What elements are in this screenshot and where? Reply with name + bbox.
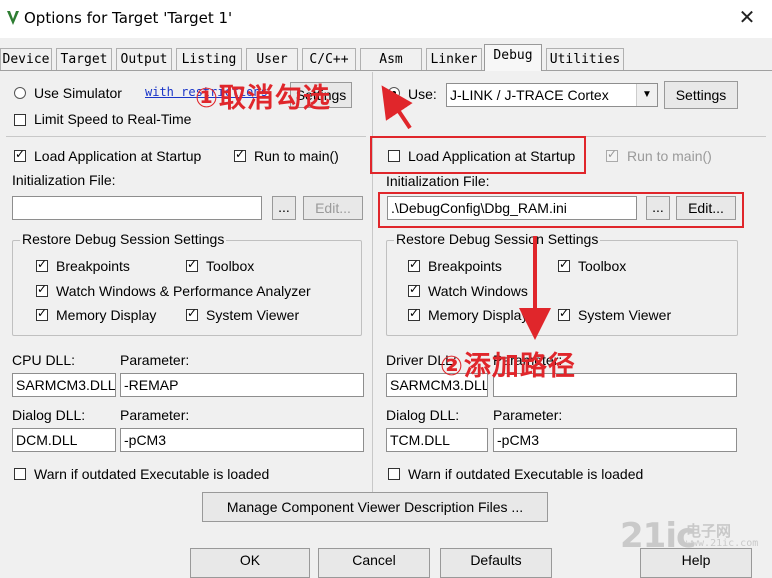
watermark-url: www.21ic.com [686, 538, 759, 549]
driver-select-value: J-LINK / J-TRACE Cortex [450, 87, 609, 103]
right-run-to-main-label: Run to main() [627, 148, 712, 164]
close-icon[interactable]: ✕ [736, 6, 758, 28]
right-watch-label: Watch Windows [428, 283, 528, 299]
manage-component-viewer-button[interactable]: Manage Component Viewer Description File… [202, 492, 548, 522]
left-load-app-checkbox[interactable] [14, 147, 26, 162]
right-breakpoints-label: Breakpoints [428, 258, 502, 274]
left-separator [6, 136, 366, 137]
window-title: Options for Target 'Target 1' [24, 9, 233, 27]
right-restore-title: Restore Debug Session Settings [394, 231, 601, 247]
tab-listing[interactable]: Listing [176, 48, 242, 70]
chevron-down-icon[interactable]: ▼ [636, 84, 657, 106]
tab-target[interactable]: Target [56, 48, 112, 70]
left-watch-label: Watch Windows & Performance Analyzer [56, 283, 311, 299]
left-warn-label: Warn if outdated Executable is loaded [34, 466, 270, 482]
right-run-to-main-checkbox[interactable] [606, 147, 618, 162]
tab-debug[interactable]: Debug [484, 44, 542, 71]
right-breakpoints-checkbox[interactable] [408, 257, 420, 272]
left-run-to-main-label: Run to main() [254, 148, 339, 164]
use-simulator-radio[interactable] [14, 87, 26, 99]
right-warn-label: Warn if outdated Executable is loaded [408, 466, 644, 482]
left-load-app-label: Load Application at Startup [34, 148, 202, 164]
right-dialog-dll-label: Dialog DLL: [386, 407, 460, 423]
use-driver-radio[interactable] [388, 87, 400, 99]
tab-output[interactable]: Output [116, 48, 172, 70]
annotation-box-load-app [370, 136, 586, 174]
right-init-file-label: Initialization File: [386, 173, 490, 189]
right-dialog-param-input[interactable]: -pCM3 [493, 428, 737, 452]
left-dialog-param-input[interactable]: -pCM3 [120, 428, 364, 452]
limit-speed-checkbox[interactable] [14, 114, 26, 126]
annotation-uncheck: ①取消勾选 [195, 83, 331, 114]
right-dialog-dll-input[interactable]: TCM.DLL [386, 428, 488, 452]
right-system-viewer-checkbox[interactable] [558, 306, 570, 321]
left-toolbox-label: Toolbox [206, 258, 255, 274]
annotation-box-init-file [378, 192, 744, 228]
annotation-add-path: ②添加路径 [440, 351, 576, 382]
left-system-viewer-label: System Viewer [206, 307, 300, 323]
left-init-file-input[interactable] [12, 196, 262, 220]
tab-utilities[interactable]: Utilities [546, 48, 624, 70]
right-watch-checkbox[interactable] [408, 282, 420, 297]
right-dialog-param-label: Parameter: [493, 407, 563, 423]
left-dialog-dll-input[interactable]: DCM.DLL [12, 428, 116, 452]
limit-speed-label: Limit Speed to Real-Time [34, 111, 192, 127]
tab-linker[interactable]: Linker [426, 48, 482, 70]
left-memory-label: Memory Display [56, 307, 157, 323]
left-breakpoints-label: Breakpoints [56, 258, 130, 274]
cpu-param-input[interactable]: -REMAP [120, 373, 364, 397]
right-toolbox-label: Toolbox [578, 258, 627, 274]
left-system-viewer-checkbox[interactable] [186, 306, 198, 321]
left-toolbox-checkbox[interactable] [186, 257, 198, 272]
defaults-button[interactable]: Defaults [440, 548, 552, 578]
left-warn-checkbox[interactable] [14, 468, 26, 480]
use-driver-label: Use: [408, 86, 437, 102]
tab-asm[interactable]: Asm [360, 48, 422, 70]
right-toolbox-checkbox[interactable] [558, 257, 570, 272]
driver-select[interactable]: J-LINK / J-TRACE Cortex ▼ [446, 83, 658, 107]
left-watch-checkbox[interactable] [36, 282, 48, 297]
tab-device[interactable]: Device [0, 48, 52, 70]
column-divider [372, 72, 373, 492]
left-breakpoints-checkbox[interactable] [36, 257, 48, 272]
right-memory-label: Memory Display [428, 307, 529, 323]
left-edit-button[interactable]: Edit... [303, 196, 363, 220]
tab-user[interactable]: User [246, 48, 298, 70]
driver-settings-button[interactable]: Settings [664, 81, 738, 109]
watermark-logo: 21ic [620, 516, 696, 556]
left-dialog-param-label: Parameter: [120, 407, 190, 423]
cancel-button[interactable]: Cancel [318, 548, 430, 578]
tab-cc[interactable]: C/C++ [302, 48, 356, 70]
left-memory-checkbox[interactable] [36, 306, 48, 321]
keil-app-icon [7, 11, 19, 25]
cpu-param-label: Parameter: [120, 352, 190, 368]
right-system-viewer-label: System Viewer [578, 307, 672, 323]
cpu-dll-label: CPU DLL: [12, 352, 76, 368]
left-dialog-dll-label: Dialog DLL: [12, 407, 86, 423]
right-warn-checkbox[interactable] [388, 468, 400, 480]
right-memory-checkbox[interactable] [408, 306, 420, 321]
left-run-to-main-checkbox[interactable] [234, 147, 246, 162]
cpu-dll-input[interactable]: SARMCM3.DLL [12, 373, 116, 397]
left-init-file-label: Initialization File: [12, 172, 116, 188]
left-browse-button[interactable]: ... [272, 196, 296, 220]
use-simulator-label: Use Simulator [34, 85, 122, 101]
left-restore-title: Restore Debug Session Settings [20, 231, 227, 247]
ok-button[interactable]: OK [190, 548, 310, 578]
